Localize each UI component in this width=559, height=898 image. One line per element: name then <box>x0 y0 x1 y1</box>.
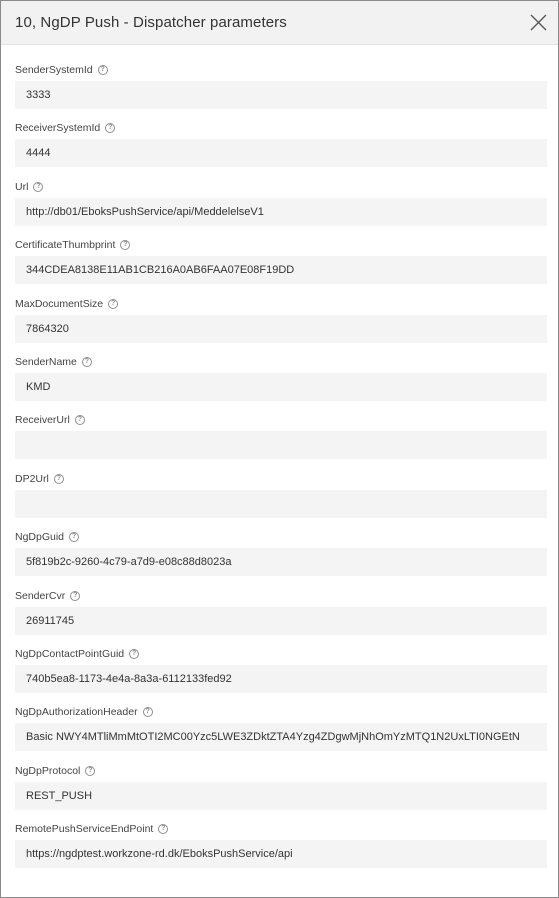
field-ng-dp-protocol: NgDpProtocol? REST_PUSH <box>15 760 547 818</box>
help-icon-glyph: ? <box>161 825 166 833</box>
help-icon-glyph: ? <box>73 591 78 599</box>
help-icon[interactable]: ? <box>70 590 81 601</box>
help-icon-glyph: ? <box>108 124 113 132</box>
dialog-header: 10, NgDP Push - Dispatcher parameters <box>1 1 558 45</box>
field-url: Url? http://db01/EboksPushService/api/Med… <box>15 176 547 234</box>
help-icon[interactable]: ? <box>85 765 96 776</box>
field-input-certificate-thumbprint[interactable]: 344CDEA8138E11AB1CB216A0AB6FAA07E08F19DD <box>15 256 547 285</box>
field-label-row: ReceiverSystemId? <box>15 117 547 139</box>
help-icon[interactable]: ? <box>53 473 64 484</box>
field-ng-dp-guid: NgDpGuid? 5f819b2c-9260-4c79-a7d9-e08c88d… <box>15 526 547 584</box>
field-label-row: NgDpGuid? <box>15 526 547 548</box>
field-input-url[interactable]: http://db01/EboksPushService/api/Meddele… <box>15 197 547 226</box>
field-label: NgDpProtocol <box>15 764 81 777</box>
field-label-row: ReceiverUrl? <box>15 409 547 431</box>
field-input-ng-dp-contact-point-guid[interactable]: 740b5ea8-1173-4e4a-8a3a-6112133fed92 <box>15 664 547 693</box>
help-icon[interactable]: ? <box>81 356 92 367</box>
help-icon[interactable]: ? <box>74 415 85 426</box>
help-icon-glyph: ? <box>71 533 77 541</box>
help-icon[interactable]: ? <box>105 123 116 134</box>
field-label-row: Url? <box>15 176 547 198</box>
field-input-receiver-system-id[interactable]: 4444 <box>15 139 547 168</box>
help-icon-glyph: ? <box>88 766 93 774</box>
help-icon-glyph: ? <box>36 182 41 190</box>
field-label-row: NgDpAuthorizationHeader? <box>15 701 547 723</box>
field-max-document-size: MaxDocumentSize? 7864320 <box>15 293 547 351</box>
field-label-row: SenderSystemId? <box>15 59 547 81</box>
help-icon-glyph: ? <box>84 357 90 365</box>
field-dp2-url: DP2Url? <box>15 468 547 526</box>
help-icon[interactable]: ? <box>33 181 44 192</box>
field-input-ng-dp-protocol[interactable]: REST_PUSH <box>15 781 547 810</box>
field-label-row: DP2Url? <box>15 468 547 490</box>
help-icon[interactable]: ? <box>142 707 153 718</box>
field-remote-push-service-end-point: RemotePushServiceEndPoint? https://ngdpte… <box>15 818 547 876</box>
field-ng-dp-authorization-header: NgDpAuthorizationHeader? Basic NWY4MTliMm… <box>15 701 547 759</box>
field-input-sender-system-id[interactable]: 3333 <box>15 81 547 109</box>
field-label: SenderName <box>15 355 77 368</box>
help-icon-glyph: ? <box>110 299 116 307</box>
field-receiver-system-id: ReceiverSystemId? 4444 <box>15 117 547 175</box>
field-input-sender-name[interactable]: KMD <box>15 372 547 401</box>
field-receiver-url: ReceiverUrl? <box>15 409 547 467</box>
field-label: NgDpAuthorizationHeader <box>15 706 138 719</box>
field-label: Url <box>15 180 29 193</box>
help-icon-glyph: ? <box>132 649 137 657</box>
field-label-row: RemotePushServiceEndPoint? <box>15 818 547 840</box>
field-label-row: CertificateThumbprint? <box>15 234 547 256</box>
dialog-body: SenderSystemId? 3333 ReceiverSystemId? 4444… <box>1 45 558 876</box>
field-certificate-thumbprint: CertificateThumbprint? 344CDEA8138E11AB1C… <box>15 234 547 292</box>
field-label: NgDpGuid <box>15 531 65 544</box>
field-input-remote-push-service-end-point[interactable]: https://ngdptest.workzone-rd.dk/EboksPus… <box>15 840 547 869</box>
field-sender-system-id: SenderSystemId? 3333 <box>15 59 547 117</box>
help-icon-glyph: ? <box>145 708 150 716</box>
help-icon-glyph: ? <box>100 66 105 73</box>
field-label-row: SenderName? <box>15 351 547 373</box>
field-input-dp2-url[interactable] <box>15 489 547 518</box>
help-icon[interactable]: ? <box>97 65 108 75</box>
help-icon-glyph: ? <box>77 416 82 424</box>
field-input-receiver-url[interactable] <box>15 431 547 460</box>
close-icon[interactable] <box>529 13 548 32</box>
field-label-row: SenderCvr? <box>15 585 547 607</box>
help-icon[interactable]: ? <box>120 240 131 251</box>
field-sender-name: SenderName? KMD <box>15 351 547 409</box>
help-icon[interactable]: ? <box>69 532 80 543</box>
field-label: NgDpContactPointGuid <box>15 647 125 660</box>
dialog-title: 10, NgDP Push - Dispatcher parameters <box>15 14 287 31</box>
help-icon-glyph: ? <box>56 474 61 482</box>
field-label: DP2Url <box>15 472 49 485</box>
field-label-row: NgDpProtocol? <box>15 760 547 782</box>
help-icon-glyph: ? <box>123 241 128 249</box>
field-sender-cvr: SenderCvr? 26911745 <box>15 585 547 643</box>
field-label: SenderSystemId <box>15 64 93 76</box>
field-label: CertificateThumbprint <box>15 239 116 252</box>
field-label: RemotePushServiceEndPoint <box>15 823 154 836</box>
field-input-ng-dp-guid[interactable]: 5f819b2c-9260-4c79-a7d9-e08c88d8023a <box>15 548 547 577</box>
field-ng-dp-contact-point-guid: NgDpContactPointGuid? 740b5ea8-1173-4e4a-… <box>15 643 547 701</box>
field-label-row: MaxDocumentSize? <box>15 293 547 315</box>
help-icon[interactable]: ? <box>129 648 140 659</box>
field-label: ReceiverUrl <box>15 414 70 427</box>
field-input-sender-cvr[interactable]: 26911745 <box>15 606 547 635</box>
dispatcher-parameters-dialog: 10, NgDP Push - Dispatcher parameters Se… <box>0 0 559 898</box>
field-label: SenderCvr <box>15 589 66 602</box>
help-icon[interactable]: ? <box>158 824 169 835</box>
field-label-row: NgDpContactPointGuid? <box>15 643 547 665</box>
field-input-max-document-size[interactable]: 7864320 <box>15 314 547 343</box>
field-label: MaxDocumentSize <box>15 297 104 310</box>
field-input-ng-dp-authorization-header[interactable]: Basic NWY4MTliMmMtOTI2MC00Yzc5LWE3ZDktZT… <box>15 723 547 752</box>
field-label: ReceiverSystemId <box>15 122 101 135</box>
help-icon[interactable]: ? <box>108 298 119 309</box>
